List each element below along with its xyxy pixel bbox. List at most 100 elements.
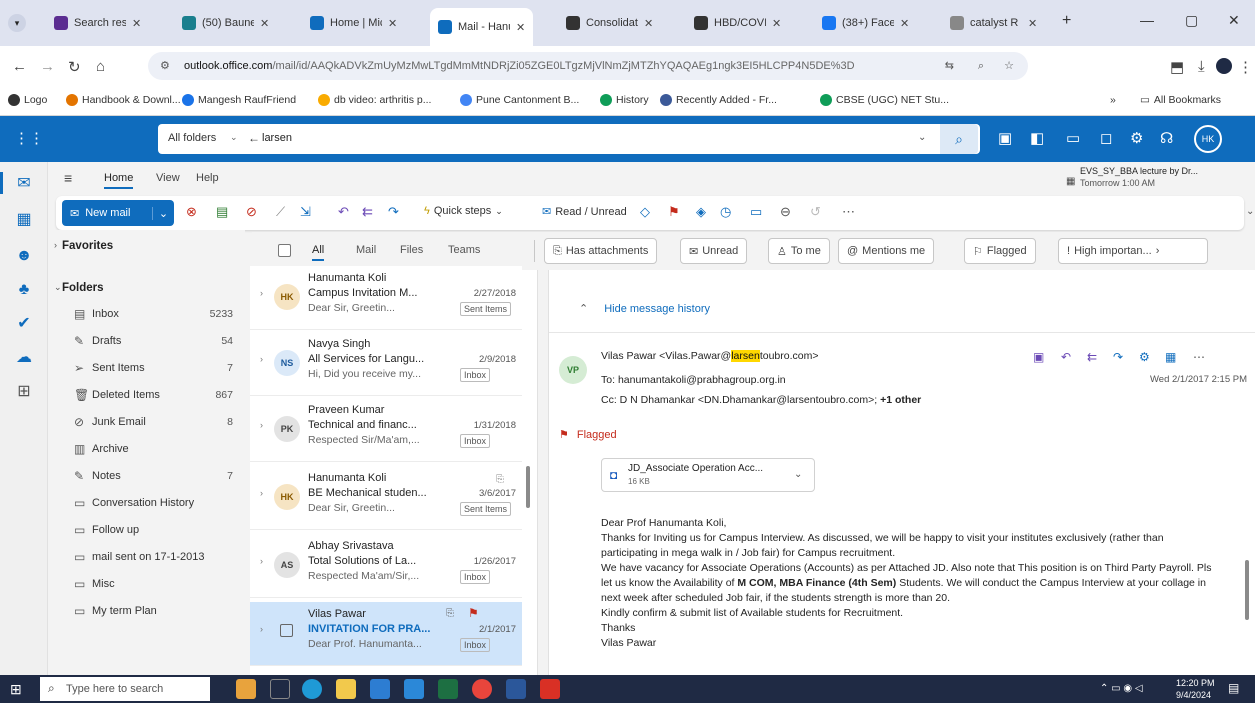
people-icon[interactable]: ☻ [14, 246, 34, 266]
folder-item[interactable]: ✎ Drafts 54 [48, 329, 245, 353]
folder-item[interactable]: ⊘ Junk Email 8 [48, 410, 245, 434]
search-back-icon[interactable]: ← [248, 131, 260, 145]
download-icon[interactable]: ⤓ [1198, 58, 1205, 75]
chip-to-me[interactable]: ♙ To me [768, 238, 830, 264]
rules-icon[interactable]: ▭ [750, 204, 762, 220]
cc-recipient[interactable]: D N Dhamankar <DN.Dhamankar@larsentoubro… [620, 394, 878, 406]
reminder-title[interactable]: EVS_SY_BBA lecture by Dr... [1080, 166, 1230, 176]
bookmark-item[interactable]: History [600, 94, 649, 106]
chrome-icon[interactable] [472, 679, 492, 699]
delete-icon[interactable]: ⊗ [186, 204, 197, 220]
onedrive-icon[interactable]: ☁ [14, 348, 34, 368]
browser-tab[interactable]: Consolidat ✕ [558, 8, 661, 38]
more-options-icon[interactable]: ⋯ [842, 204, 855, 220]
windows-start-icon[interactable]: ⊞ [10, 681, 26, 697]
folder-item[interactable]: ▭ mail sent on 17-1-2013 [48, 545, 245, 569]
select-all-checkbox[interactable] [278, 244, 291, 257]
folder-item[interactable]: ▭ Follow up [48, 518, 245, 542]
expand-thread-icon[interactable]: › [260, 288, 263, 298]
flag-icon[interactable]: ⚑ [668, 204, 680, 220]
browser-tab[interactable]: Home | Mic ✕ [302, 8, 405, 38]
read-unread-button[interactable]: ✉ Read / Unread [542, 205, 627, 219]
translate-icon[interactable]: ⇆ [945, 52, 954, 80]
select-checkbox[interactable] [280, 624, 293, 637]
reply-icon[interactable]: ↶ [1061, 350, 1071, 364]
quick-steps-button[interactable]: ϟ Quick steps ⌄ [424, 205, 503, 217]
report-icon[interactable]: ⊘ [246, 204, 257, 220]
filter-all[interactable]: All [312, 244, 325, 261]
search-icon[interactable]: ⌕ [940, 124, 978, 154]
apps-icon[interactable]: ⊞ [14, 382, 34, 402]
new-mail-button[interactable]: ✉ New mail ⌄ [62, 200, 174, 226]
chip-high-importance[interactable]: ! High importan... › [1058, 238, 1208, 264]
notifications-center-icon[interactable]: ▤ [1228, 681, 1239, 695]
groups-icon[interactable]: ♣ [14, 280, 34, 300]
browser-tab[interactable]: Mail - Hanu ✕ [430, 8, 534, 46]
attachment-card[interactable]: ◘ JD_Associate Operation Acc... 16 KB ⌄ [601, 458, 815, 492]
expand-thread-icon[interactable]: › [260, 624, 263, 634]
to-recipient[interactable]: hanumantakoli@prabhagroup.org.in [618, 374, 786, 386]
settings-gear-icon[interactable]: ⚙ [1130, 129, 1143, 147]
search-input[interactable]: larsen [262, 132, 292, 144]
store-icon[interactable] [370, 679, 390, 699]
tab-close-icon[interactable]: ✕ [644, 17, 653, 30]
folder-item[interactable]: ➢ Sent Items 7 [48, 356, 245, 380]
categorize-icon[interactable]: ◇ [640, 204, 650, 220]
reply-all-icon[interactable]: ⇇ [1087, 350, 1097, 364]
bookmark-item[interactable]: CBSE (UGC) NET Stu... [820, 94, 949, 106]
bookmark-item[interactable]: Logo [8, 94, 47, 106]
tab-close-icon[interactable]: ✕ [772, 17, 781, 30]
more-actions-icon[interactable]: ⋯ [1193, 350, 1205, 364]
sweep-icon[interactable]: ⟋ [276, 204, 285, 220]
mail-icon[interactable]: ✉ [14, 174, 34, 194]
reading-scrollbar[interactable] [1245, 560, 1249, 620]
clock-time[interactable]: 12:20 PM [1176, 678, 1215, 688]
home-icon[interactable]: ⌂ [96, 58, 105, 75]
browser-tab[interactable]: (38+) Faceb ✕ [814, 8, 917, 38]
todo-icon[interactable]: ✔ [14, 314, 34, 334]
folder-item[interactable]: ▥ Archive [48, 437, 245, 461]
search-box[interactable]: All folders ⌄ ← larsen ⌄ ⌕ [158, 124, 980, 154]
expand-thread-icon[interactable]: › [260, 354, 263, 364]
ribbon-expand-icon[interactable]: ⌄ [1246, 206, 1254, 217]
tab-view[interactable]: View [156, 172, 180, 184]
teams-icon[interactable]: ◧ [1030, 129, 1044, 147]
reload-icon[interactable]: ↻ [68, 58, 81, 76]
zoom-icon[interactable]: ⌕ [978, 52, 984, 80]
folders-chevron-icon[interactable]: ⌄ [54, 282, 62, 293]
tab-close-icon[interactable]: ✕ [1028, 17, 1037, 30]
back-button[interactable]: ← [12, 58, 27, 75]
bookmark-item[interactable]: Recently Added - Fr... [660, 94, 777, 106]
filter-mail[interactable]: Mail [356, 244, 376, 256]
browser-tab[interactable]: Search results ✕ [46, 8, 149, 38]
app-launcher-icon[interactable]: ⋮⋮ [14, 129, 44, 147]
favorites-chevron-icon[interactable]: › [54, 240, 57, 250]
task-view-icon[interactable] [270, 679, 290, 699]
tab-help[interactable]: Help [196, 172, 219, 184]
teams-chat-icon[interactable]: ▣ [1033, 350, 1044, 364]
extensions-icon[interactable]: ⬒ [1170, 58, 1184, 76]
folder-item[interactable]: ▭ My term Plan [48, 599, 245, 623]
sender-avatar[interactable]: VP [559, 356, 587, 384]
file-explorer-icon[interactable] [336, 679, 356, 699]
folders-header[interactable]: Folders [62, 282, 104, 294]
mail-app-icon[interactable] [404, 679, 424, 699]
taskbar-search-input[interactable]: ⌕ Type here to search [40, 677, 210, 701]
site-info-icon[interactable]: ⚙ [160, 52, 170, 80]
filter-teams[interactable]: Teams [448, 244, 480, 256]
acrobat-icon[interactable] [540, 679, 560, 699]
cc-more-link[interactable]: +1 other [880, 394, 921, 406]
settings-icon[interactable]: ⚙ [1139, 350, 1150, 364]
chip-mentions-me[interactable]: @ Mentions me [838, 238, 935, 264]
profile-avatar[interactable] [1216, 58, 1232, 74]
tab-search-chevron-icon[interactable]: ▾ [8, 14, 26, 32]
hamburger-icon[interactable]: ≡ [64, 170, 72, 186]
all-bookmarks[interactable]: ▭ All Bookmarks [1140, 94, 1221, 106]
edge-icon[interactable] [302, 679, 322, 699]
tab-close-icon[interactable]: ✕ [132, 17, 141, 30]
browser-tab[interactable]: catalyst R ✕ [942, 8, 1045, 38]
filter-files[interactable]: Files [400, 244, 423, 256]
browser-tab[interactable]: HBD/COVI ✕ [686, 8, 789, 38]
clock-date[interactable]: 9/4/2024 [1176, 690, 1211, 700]
my-day-icon[interactable]: ▭ [1066, 129, 1080, 147]
